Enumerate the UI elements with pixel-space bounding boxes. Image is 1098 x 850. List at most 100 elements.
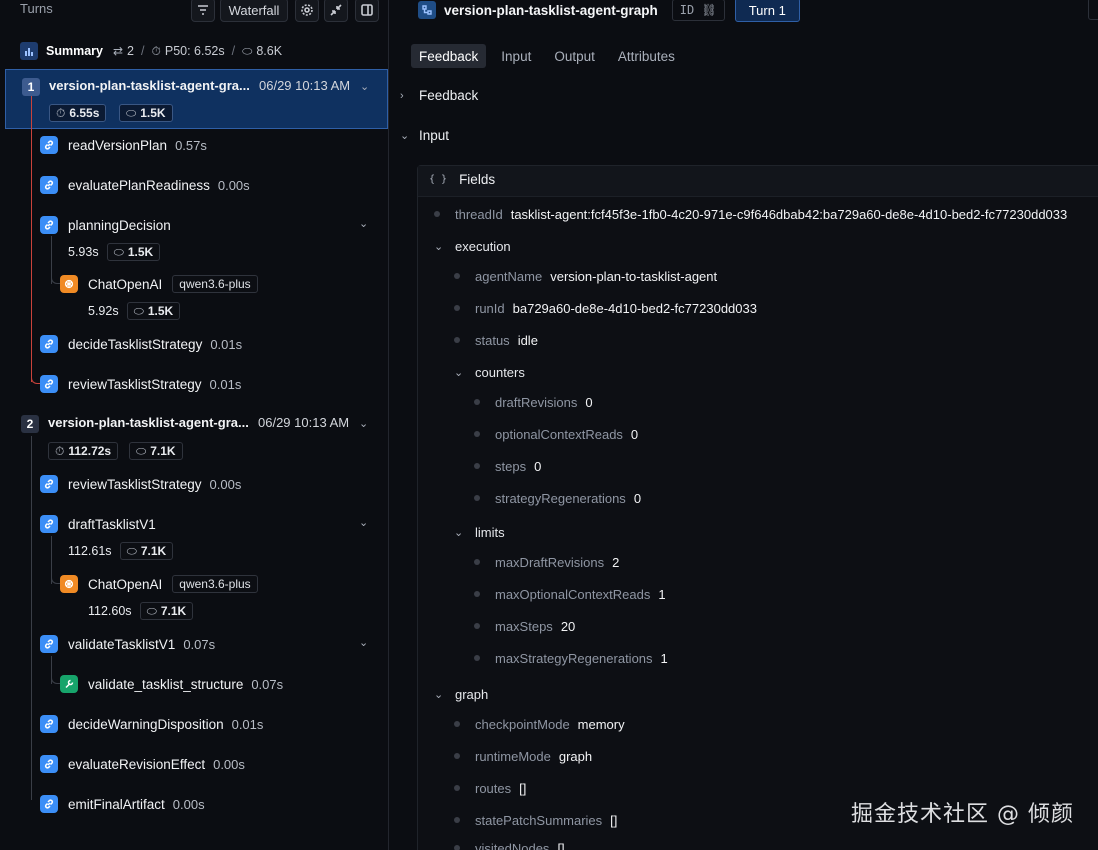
tab-input[interactable]: Input <box>493 44 539 68</box>
span-title: version-plan-tasklist-agent-graph <box>444 2 658 18</box>
trace-node[interactable]: evaluatePlanReadiness 0.00s <box>40 174 250 196</box>
braces-icon: { } <box>429 174 448 185</box>
detail-panel: version-plan-tasklist-agent-graph ID ⛓ T… <box>390 0 1098 850</box>
field-group-limits[interactable]: ⌄ limits <box>454 522 513 542</box>
trace-node[interactable]: planningDecision <box>40 214 171 236</box>
turn-name: version-plan-tasklist-agent-gra... <box>48 415 249 430</box>
collapse-button[interactable] <box>324 0 348 22</box>
node-stats: 112.61s ⬭ 7.1K <box>68 542 174 560</box>
field-row[interactable]: draftRevisions 0 <box>474 392 593 412</box>
model-badge: qwen3.6-plus <box>172 275 258 293</box>
llm-node[interactable]: ChatOpenAI qwen3.6-plus <box>60 273 258 295</box>
summary-p50: P50: 6.52s <box>164 44 225 58</box>
tab-feedback[interactable]: Feedback <box>411 44 487 68</box>
chevron-down-icon: ⌄ <box>434 688 444 701</box>
turn-badge[interactable]: Turn 1 <box>734 0 800 22</box>
trace-node[interactable]: draftTasklistV1 <box>40 513 156 535</box>
wrench-icon <box>60 675 78 693</box>
fields-header[interactable]: { } Fields <box>429 172 495 187</box>
trace-node[interactable]: validateTasklistV1 0.07s <box>40 633 215 655</box>
chevron-down-icon[interactable]: ⌄ <box>359 417 368 430</box>
field-group-execution[interactable]: ⌄ execution <box>434 236 519 256</box>
turn-row-1[interactable]: 1 version-plan-tasklist-agent-gra... 06/… <box>5 69 388 129</box>
turn-duration-badge: ⏱ 6.55s <box>49 104 107 122</box>
chevron-down-icon: ⌄ <box>454 366 464 379</box>
chevron-down-icon[interactable]: ⌄ <box>359 636 368 649</box>
filter-button[interactable] <box>191 0 215 22</box>
panel-menu-button[interactable] <box>1088 0 1098 20</box>
openai-icon <box>60 275 78 293</box>
feedback-section-toggle[interactable]: › Feedback <box>400 88 478 103</box>
summary-row[interactable]: Summary ⇄ 2 / ⏱ P50: 6.52s / ⬭ 8.6K <box>0 38 388 64</box>
input-section-toggle[interactable]: ⌄ Input <box>400 128 449 143</box>
trace-node[interactable]: reviewTasklistStrategy 0.00s <box>40 473 241 495</box>
field-row[interactable]: routes[] <box>454 778 526 798</box>
trace-node[interactable]: evaluateRevisionEffect 0.00s <box>40 753 245 775</box>
field-row[interactable]: visitedNodes[] <box>454 838 565 850</box>
link-icon <box>40 715 58 733</box>
settings-button[interactable] <box>295 0 319 22</box>
timer-icon: ⏱ <box>55 443 65 458</box>
link-icon <box>40 375 58 393</box>
chevron-down-icon[interactable]: ⌄ <box>359 516 368 529</box>
link-icon: ⛓ <box>701 3 717 17</box>
panel-toggle-button[interactable] <box>355 0 379 22</box>
link-icon <box>40 635 58 653</box>
field-row[interactable]: checkpointMode memory <box>454 714 625 734</box>
turns-panel: Turns Waterfall Summary ⇄ 2 / ⏱ P50: 6.5… <box>0 0 389 850</box>
field-row[interactable]: status idle <box>454 330 538 350</box>
token-icon: ⬭ <box>126 543 137 558</box>
chevron-down-icon: ⌄ <box>434 240 444 253</box>
field-row[interactable]: optionalContextReads 0 <box>474 424 638 444</box>
trace-node[interactable]: emitFinalArtifact 0.00s <box>40 793 205 815</box>
link-icon <box>40 515 58 533</box>
minimize-icon <box>330 4 342 16</box>
field-row[interactable]: threadId tasklist-agent:fcf45f3e-1fb0-4c2… <box>434 204 1067 224</box>
chevron-down-icon[interactable]: ⌄ <box>360 80 369 93</box>
token-icon: ⬭ <box>126 105 137 120</box>
tab-output[interactable]: Output <box>546 44 603 68</box>
link-icon <box>40 176 58 194</box>
timer-icon: ⏱ <box>56 105 66 120</box>
field-row[interactable]: maxDraftRevisions 2 <box>474 552 619 572</box>
field-group-graph[interactable]: ⌄ graph <box>434 684 496 704</box>
copy-id-button[interactable]: ID ⛓ <box>671 0 725 21</box>
tool-node[interactable]: validate_tasklist_structure 0.07s <box>60 673 283 695</box>
turn-number: 2 <box>21 415 39 433</box>
field-row[interactable]: runtimeMode graph <box>454 746 592 766</box>
filter-icon <box>198 5 208 15</box>
trace-node[interactable]: reviewTasklistStrategy 0.01s <box>40 373 241 395</box>
field-row[interactable]: strategyRegenerations 0 <box>474 488 641 508</box>
timer-icon: ⏱ <box>151 43 161 58</box>
chevron-down-icon[interactable]: ⌄ <box>359 217 368 230</box>
chevron-down-icon: ⌄ <box>454 526 464 539</box>
link-icon <box>40 795 58 813</box>
turn-tokens-badge: ⬭ 7.1K <box>129 442 183 460</box>
field-row[interactable]: maxOptionalContextReads 1 <box>474 584 666 604</box>
graph-icon <box>418 1 436 19</box>
tab-attributes[interactable]: Attributes <box>610 44 683 68</box>
trace-node[interactable]: readVersionPlan 0.57s <box>40 134 207 156</box>
trace-node[interactable]: decideTasklistStrategy 0.01s <box>40 333 242 355</box>
field-row[interactable]: agentName version-plan-to-tasklist-agent <box>454 266 717 286</box>
trace-node[interactable]: decideWarningDisposition 0.01s <box>40 713 263 735</box>
chevron-down-icon: ⌄ <box>400 130 410 142</box>
field-row[interactable]: runId ba729a60-de8e-4d10-bed2-fc77230dd03… <box>454 298 757 318</box>
llm-node[interactable]: ChatOpenAI qwen3.6-plus <box>60 573 258 595</box>
turn-row-2[interactable]: 2 version-plan-tasklist-agent-gra... 06/… <box>5 409 388 469</box>
node-stats: 5.93s ⬭ 1.5K <box>68 243 161 261</box>
field-group-counters[interactable]: ⌄ counters <box>454 362 533 382</box>
summary-turns: 2 <box>127 44 134 58</box>
field-row[interactable]: maxStrategyRegenerations 1 <box>474 648 668 668</box>
field-row[interactable]: steps 0 <box>474 456 541 476</box>
field-row[interactable]: statePatchSummaries[] <box>454 810 617 830</box>
link-icon <box>40 335 58 353</box>
waterfall-button[interactable]: Waterfall <box>220 0 288 22</box>
link-icon <box>40 755 58 773</box>
model-badge: qwen3.6-plus <box>172 575 258 593</box>
field-row[interactable]: maxSteps 20 <box>474 616 575 636</box>
link-icon <box>40 216 58 234</box>
turn-timestamp: 06/29 10:13 AM <box>258 415 350 430</box>
turns-count-icon: ⇄ <box>112 44 124 58</box>
token-icon: ⬭ <box>242 43 253 58</box>
